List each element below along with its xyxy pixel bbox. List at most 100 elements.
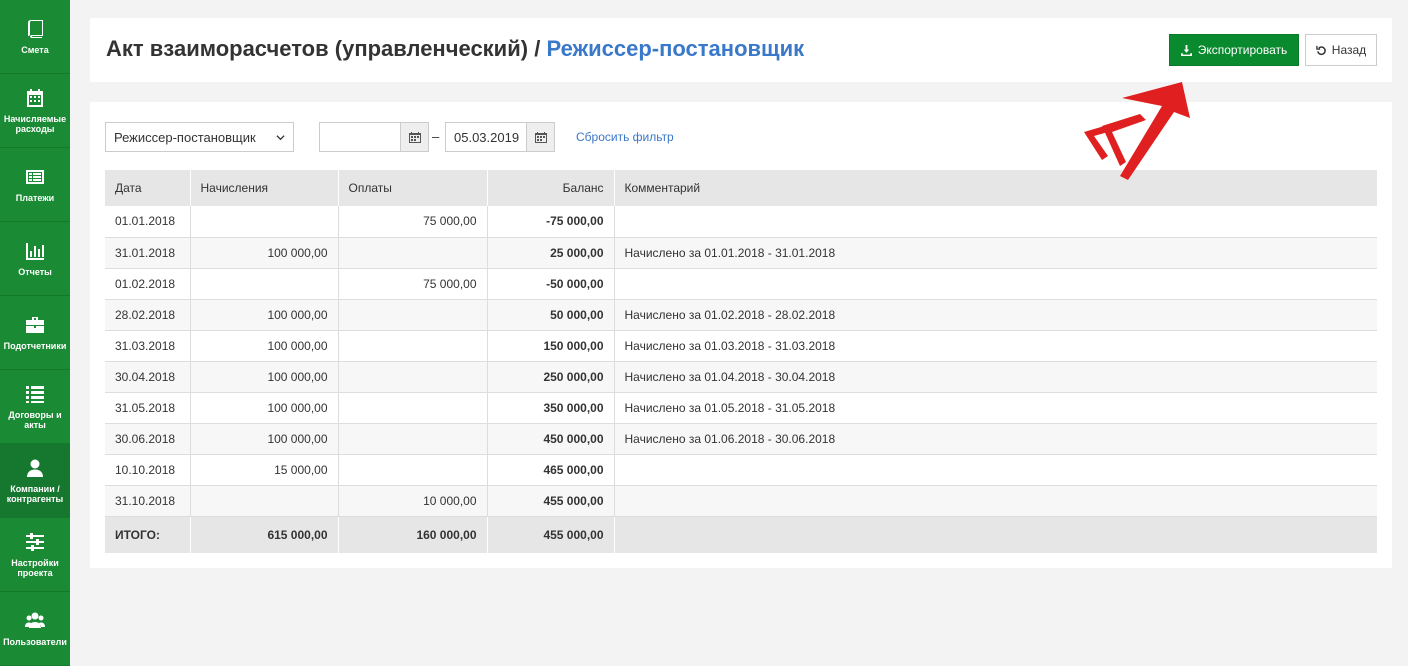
cell-balance: 350 000,00 bbox=[487, 392, 615, 424]
sidebar-item-accountables[interactable]: Подотчетники bbox=[0, 296, 70, 370]
cell-payment bbox=[338, 361, 488, 393]
sidebar-item-payments[interactable]: Платежи bbox=[0, 148, 70, 222]
column-header-comment[interactable]: Комментарий bbox=[614, 170, 1377, 206]
sidebar-item-contracts[interactable]: Договоры и акты bbox=[0, 370, 70, 444]
table-body: 01.01.2018 75 000,00 -75 000,00 31.01.2018 1… bbox=[105, 206, 1377, 517]
cell-date: 31.01.2018 bbox=[105, 237, 191, 269]
column-header-accruals[interactable]: Начисления bbox=[190, 170, 339, 206]
table-row[interactable]: 30.04.2018 100 000,00 250 000,00 Начислено … bbox=[105, 361, 1377, 393]
sidebar-item-reports[interactable]: Отчеты bbox=[0, 222, 70, 296]
settlement-table: Дата Начисления Оплаты Баланс Комментари… bbox=[105, 170, 1377, 553]
cell-accrual: 100 000,00 bbox=[190, 423, 339, 455]
download-icon bbox=[1180, 44, 1192, 56]
sidebar-item-project-settings[interactable]: Настройки проекта bbox=[0, 518, 70, 592]
cell-balance: 150 000,00 bbox=[487, 330, 615, 362]
cell-accrual bbox=[190, 206, 339, 238]
table-row[interactable]: 31.05.2018 100 000,00 350 000,00 Начислено … bbox=[105, 392, 1377, 424]
cell-accrual: 100 000,00 bbox=[190, 299, 339, 331]
sidebar-item-label: Настройки проекта bbox=[11, 557, 59, 578]
cell-payment bbox=[338, 237, 488, 269]
totals-comment bbox=[614, 516, 1377, 553]
totals-row: ИТОГО: 615 000,00 160 000,00 455 000,00 bbox=[105, 516, 1377, 553]
sidebar-item-label: Платежи bbox=[15, 192, 55, 203]
person-select[interactable]: Режиссер-постановщик bbox=[105, 122, 294, 152]
calendar-icon bbox=[534, 132, 547, 143]
sidebar-item-estimate[interactable]: Смета bbox=[0, 0, 70, 74]
sidebar-item-users[interactable]: Пользователи bbox=[0, 592, 70, 666]
cell-payment: 75 000,00 bbox=[338, 268, 488, 300]
content-panel: Режиссер-постановщик – 05.03.2019 Сброси… bbox=[90, 102, 1392, 568]
totals-payment: 160 000,00 bbox=[338, 516, 488, 553]
undo-icon bbox=[1316, 45, 1326, 55]
column-header-date[interactable]: Дата bbox=[105, 170, 191, 206]
table-row[interactable]: 30.06.2018 100 000,00 450 000,00 Начислено … bbox=[105, 423, 1377, 455]
table-row[interactable]: 28.02.2018 100 000,00 50 000,00 Начислено з… bbox=[105, 299, 1377, 331]
totals-label: ИТОГО: bbox=[105, 516, 191, 553]
users-icon bbox=[25, 612, 45, 628]
back-button[interactable]: Назад bbox=[1305, 34, 1377, 66]
date-range-dash: – bbox=[432, 129, 440, 144]
reset-filter-link[interactable]: Сбросить фильтр bbox=[576, 130, 674, 144]
table-row[interactable]: 31.03.2018 100 000,00 150 000,00 Начислено … bbox=[105, 330, 1377, 362]
sidebar-item-label: Смета bbox=[21, 44, 49, 55]
cell-accrual: 100 000,00 bbox=[190, 330, 339, 362]
list-alt-icon bbox=[26, 169, 44, 184]
calendar-icon bbox=[408, 132, 421, 143]
page-title-subject[interactable]: Режиссер-постановщик bbox=[546, 36, 804, 61]
date-from-input[interactable] bbox=[319, 122, 429, 152]
cell-accrual: 15 000,00 bbox=[190, 454, 339, 486]
cell-payment: 75 000,00 bbox=[338, 206, 488, 238]
cell-balance: 450 000,00 bbox=[487, 423, 615, 455]
cell-payment bbox=[338, 454, 488, 486]
column-header-payments[interactable]: Оплаты bbox=[338, 170, 488, 206]
cell-comment bbox=[614, 454, 1377, 486]
cell-comment: Начислено за 01.03.2018 - 31.03.2018 bbox=[614, 330, 1377, 362]
cell-date: 01.02.2018 bbox=[105, 268, 191, 300]
cell-accrual: 100 000,00 bbox=[190, 237, 339, 269]
title-separator: / bbox=[534, 36, 541, 61]
date-from-calendar-button[interactable] bbox=[400, 123, 428, 151]
totals-accrual: 615 000,00 bbox=[190, 516, 339, 553]
cell-comment: Начислено за 01.02.2018 - 28.02.2018 bbox=[614, 299, 1377, 331]
table-row[interactable]: 31.10.2018 10 000,00 455 000,00 bbox=[105, 485, 1377, 517]
cell-comment bbox=[614, 206, 1377, 238]
cell-date: 30.06.2018 bbox=[105, 423, 191, 455]
cell-comment: Начислено за 01.05.2018 - 31.05.2018 bbox=[614, 392, 1377, 424]
table-row[interactable]: 31.01.2018 100 000,00 25 000,00 Начислено з… bbox=[105, 237, 1377, 269]
date-to-input[interactable]: 05.03.2019 bbox=[445, 122, 555, 152]
bar-chart-icon bbox=[26, 242, 44, 260]
export-button[interactable]: Экспортировать bbox=[1169, 34, 1299, 66]
sliders-icon bbox=[26, 532, 44, 551]
cell-balance: -50 000,00 bbox=[487, 268, 615, 300]
cell-balance: 465 000,00 bbox=[487, 454, 615, 486]
cell-balance: -75 000,00 bbox=[487, 206, 615, 238]
cell-accrual bbox=[190, 268, 339, 300]
table-row[interactable]: 01.01.2018 75 000,00 -75 000,00 bbox=[105, 206, 1377, 238]
cell-balance: 25 000,00 bbox=[487, 237, 615, 269]
annotation-arrow-icon bbox=[1084, 82, 1190, 180]
table-row[interactable]: 10.10.2018 15 000,00 465 000,00 bbox=[105, 454, 1377, 486]
table-row[interactable]: 01.02.2018 75 000,00 -50 000,00 bbox=[105, 268, 1377, 300]
cell-balance: 250 000,00 bbox=[487, 361, 615, 393]
sidebar-item-companies[interactable]: Компании / контрагенты bbox=[0, 444, 70, 518]
sidebar-item-label: Компании / контрагенты bbox=[6, 483, 64, 504]
sidebar-item-label: Пользователи bbox=[3, 636, 67, 647]
list-icon bbox=[26, 385, 44, 403]
back-button-label: Назад bbox=[1331, 43, 1367, 57]
cell-comment bbox=[614, 268, 1377, 300]
cell-comment: Начислено за 01.06.2018 - 30.06.2018 bbox=[614, 423, 1377, 455]
cell-comment bbox=[614, 485, 1377, 517]
sidebar-item-label: Начисляемые расходы bbox=[3, 113, 67, 134]
sidebar: Смета Начисляемые расходы Платежи Отчеты… bbox=[0, 0, 70, 666]
cell-accrual: 100 000,00 bbox=[190, 392, 339, 424]
totals-balance: 455 000,00 bbox=[487, 516, 615, 553]
cell-comment: Начислено за 01.04.2018 - 30.04.2018 bbox=[614, 361, 1377, 393]
cell-payment bbox=[338, 392, 488, 424]
date-to-calendar-button[interactable] bbox=[526, 123, 554, 151]
cell-payment bbox=[338, 423, 488, 455]
sidebar-item-accrued-expenses[interactable]: Начисляемые расходы bbox=[0, 74, 70, 148]
column-header-balance[interactable]: Баланс bbox=[487, 170, 615, 206]
cell-payment bbox=[338, 299, 488, 331]
chevron-down-icon bbox=[276, 134, 285, 140]
cell-date: 31.10.2018 bbox=[105, 485, 191, 517]
